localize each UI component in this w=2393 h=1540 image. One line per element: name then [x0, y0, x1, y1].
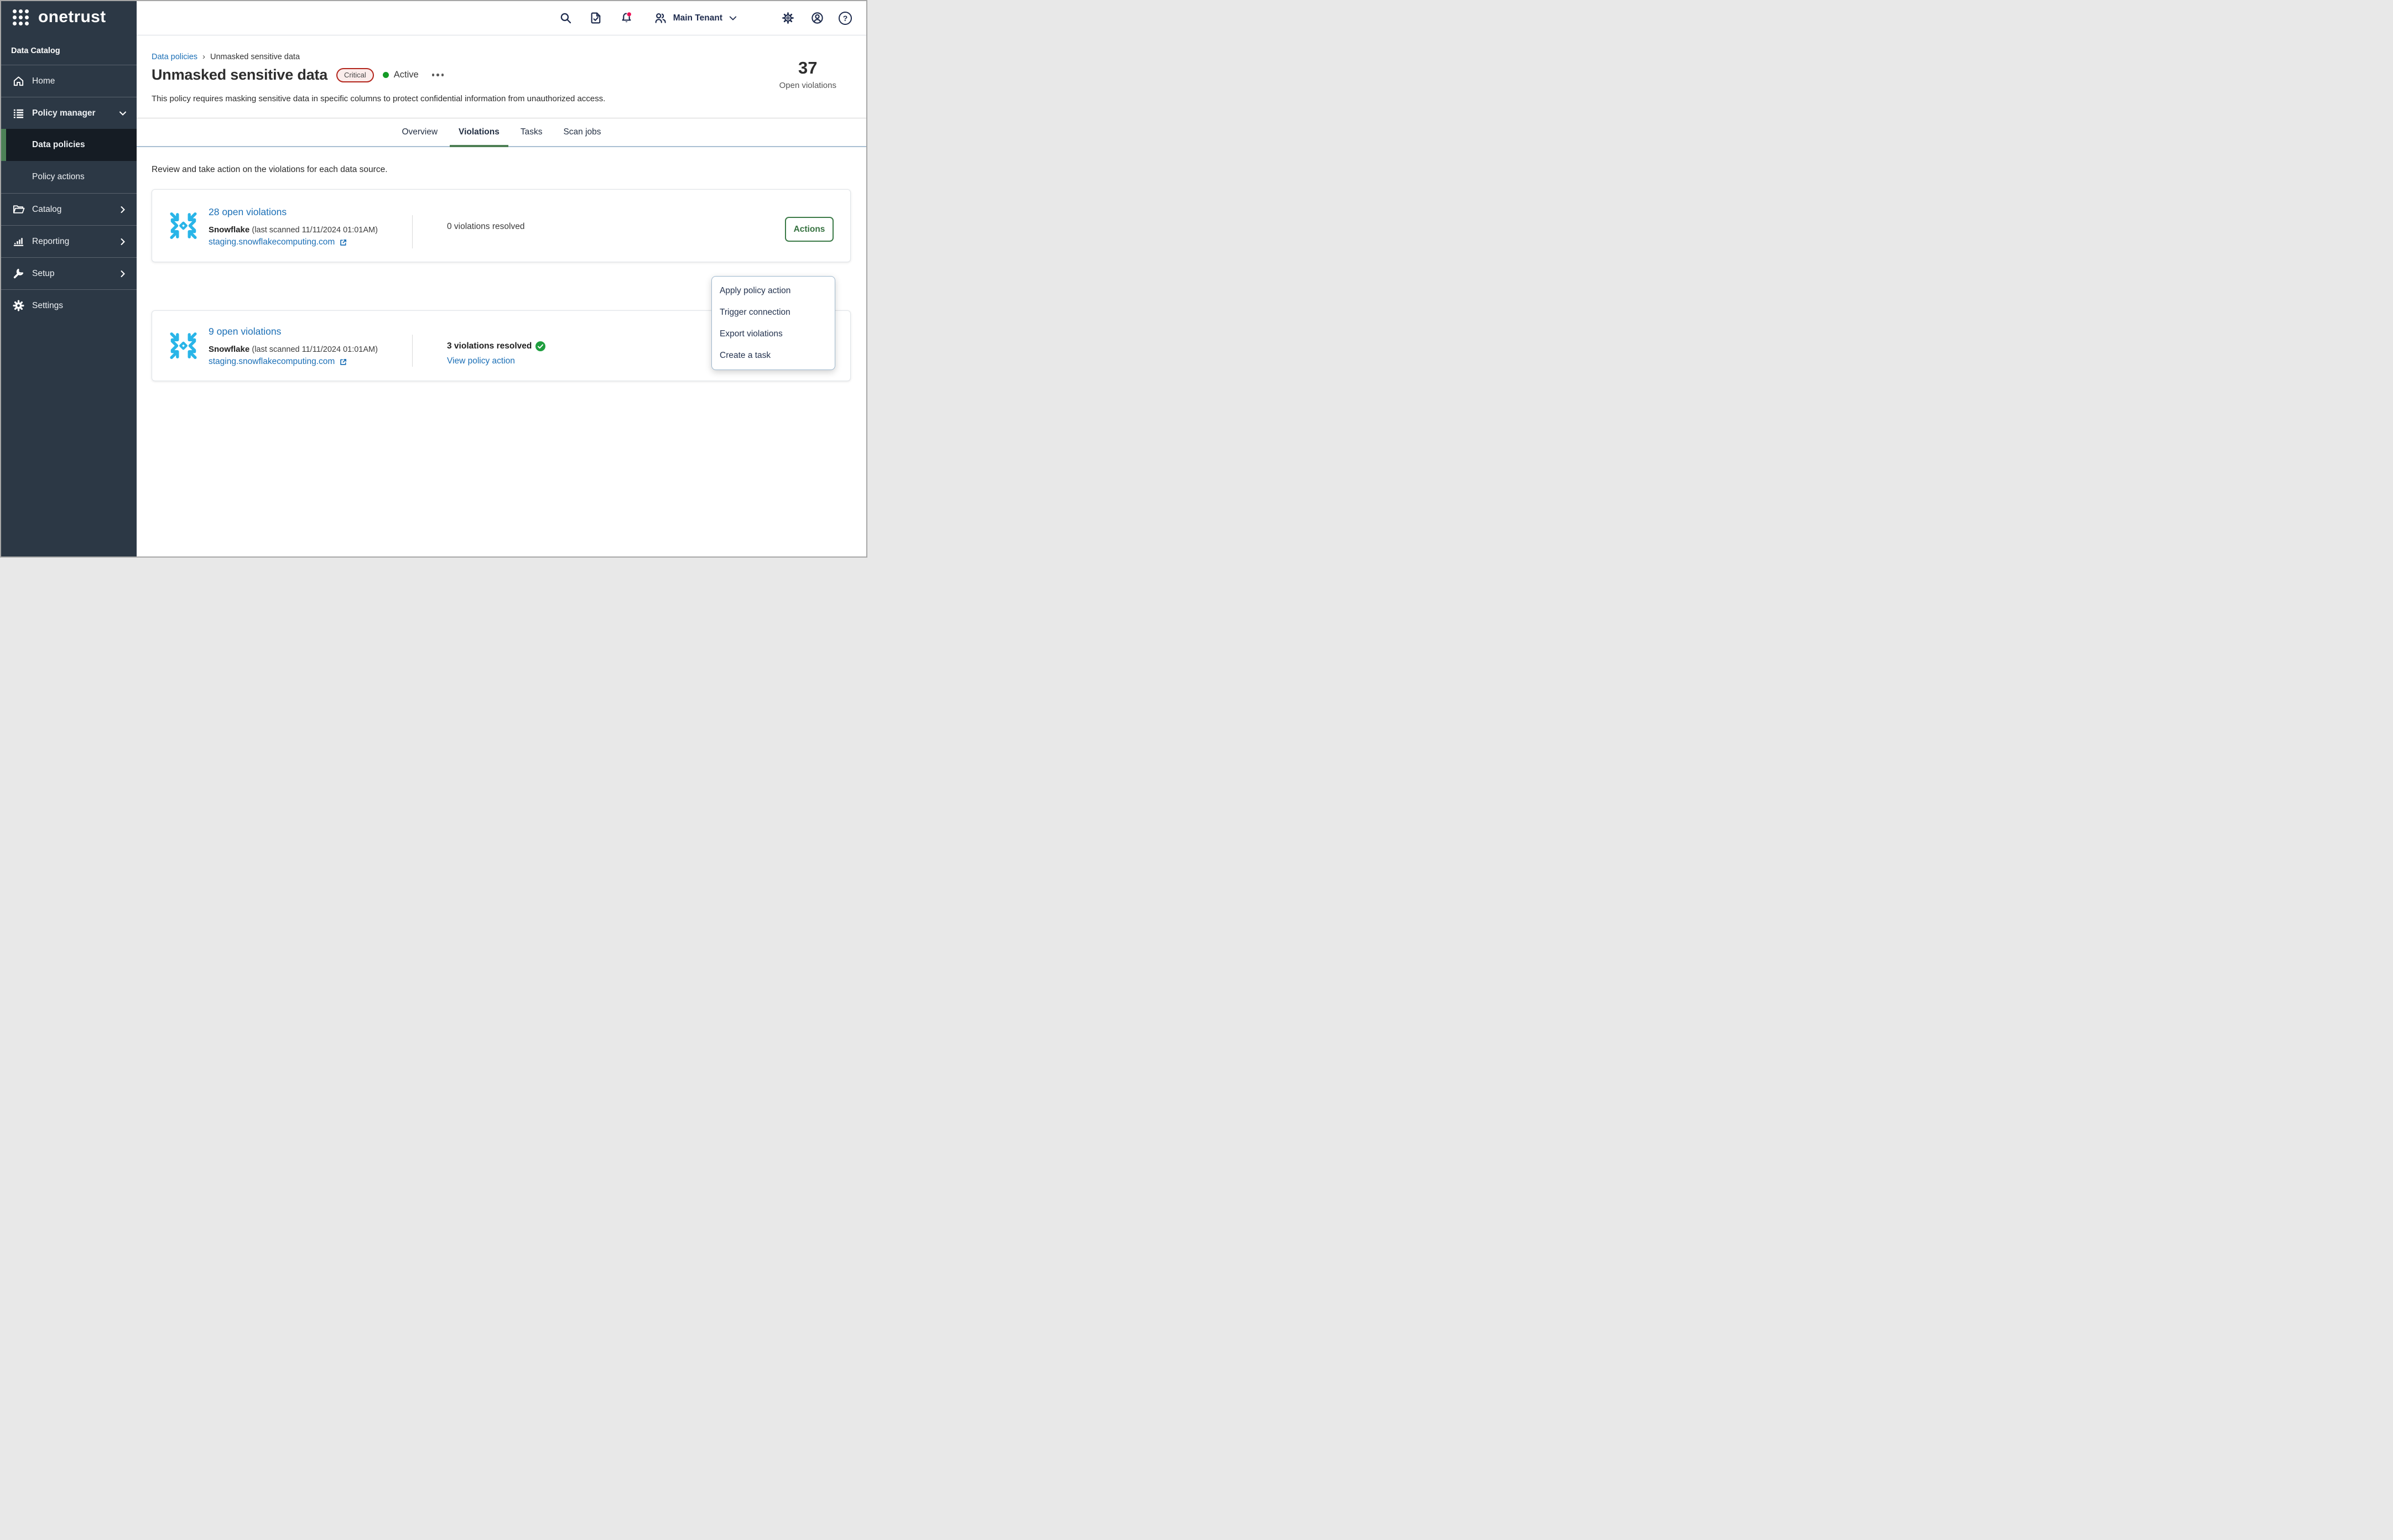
menu-item-apply-policy-action[interactable]: Apply policy action: [712, 280, 835, 301]
severity-badge: Critical: [336, 68, 374, 82]
host-label: staging.snowflakecomputing.com: [209, 237, 335, 247]
breadcrumb-data-policies[interactable]: Data policies: [152, 53, 197, 61]
policy-description: This policy requires masking sensitive d…: [152, 94, 605, 103]
actions-button[interactable]: Actions: [785, 217, 834, 242]
page-header: Data policies › Unmasked sensitive data …: [137, 35, 866, 118]
tenant-switcher[interactable]: Main Tenant: [653, 11, 738, 25]
source-host-link[interactable]: staging.snowflakecomputing.com: [209, 237, 347, 247]
open-violations-link[interactable]: 28 open violations: [209, 206, 287, 218]
sidebar-item-policy-actions[interactable]: Policy actions: [1, 161, 137, 193]
product-name: Data Catalog: [11, 46, 60, 55]
chevron-down-icon: [728, 13, 738, 23]
content: Data policies › Unmasked sensitive data …: [137, 35, 866, 556]
open-violations-link[interactable]: 9 open violations: [209, 326, 281, 337]
onetrust-dots-icon: [13, 9, 29, 25]
bar-chart-icon: [12, 235, 25, 248]
status-badge: Active: [383, 70, 419, 80]
tab-overview[interactable]: Overview: [400, 118, 439, 146]
resolved-count: 0 violations resolved: [447, 222, 524, 232]
sidebar-item-label: Settings: [32, 301, 127, 311]
external-link-icon: [339, 238, 347, 247]
actions-dropdown-menu: Apply policy action Trigger connection E…: [711, 276, 835, 370]
sidebar-item-label: Data policies: [32, 140, 127, 150]
wrench-icon: [12, 267, 25, 280]
snowflake-logo-icon: [168, 210, 199, 242]
sidebar-item-label: Catalog: [32, 205, 119, 215]
source-line: Snowflake (last scanned 11/11/2024 01:01…: [209, 225, 378, 235]
sidebar-item-label: Home: [32, 76, 127, 86]
home-icon: [12, 75, 25, 87]
tenant-label: Main Tenant: [673, 13, 722, 23]
search-icon[interactable]: [559, 11, 573, 25]
tab-violations[interactable]: Violations: [457, 118, 501, 146]
menu-item-create-a-task[interactable]: Create a task: [712, 345, 835, 366]
chevron-right-icon: [119, 206, 127, 214]
sidebar-item-label: Setup: [32, 269, 119, 279]
card-divider: [412, 215, 413, 248]
breadcrumb-separator: ›: [202, 52, 205, 61]
sidebar-item-label: Policy manager: [32, 108, 119, 118]
title-row: Unmasked sensitive data Critical Active: [152, 66, 445, 84]
source-name: Snowflake: [209, 345, 249, 354]
source-host-link[interactable]: staging.snowflakecomputing.com: [209, 357, 347, 367]
sidebar-item-label: Reporting: [32, 237, 119, 247]
more-actions-icon[interactable]: [431, 70, 445, 80]
sidebar-item-catalog[interactable]: Catalog: [1, 193, 137, 225]
sidebar-item-policy-manager[interactable]: Policy manager: [1, 97, 137, 129]
tab-bar: Overview Violations Tasks Scan jobs: [137, 118, 866, 147]
chevron-right-icon: [119, 238, 127, 246]
snowflake-logo-icon: [168, 330, 199, 362]
sidebar-item-settings[interactable]: Settings: [1, 289, 137, 321]
chevron-down-icon: [119, 110, 127, 117]
notifications-bell-icon[interactable]: [620, 11, 633, 25]
sidebar: onetrust Data Catalog Home Policy manage…: [1, 1, 137, 556]
open-violations-count: 37: [779, 59, 836, 77]
open-violations-summary: 37 Open violations: [779, 59, 836, 90]
page-title: Unmasked sensitive data: [152, 66, 327, 84]
menu-item-export-violations[interactable]: Export violations: [712, 323, 835, 345]
resolved-label: 3 violations resolved: [447, 341, 532, 351]
resolved-count: 3 violations resolved: [447, 341, 545, 351]
status-label: Active: [394, 70, 419, 80]
card-divider: [412, 335, 413, 367]
people-icon: [653, 11, 668, 25]
view-policy-action-link[interactable]: View policy action: [447, 356, 515, 366]
help-glyph: ?: [843, 14, 848, 23]
open-violations-label: Open violations: [779, 81, 836, 90]
sidebar-item-reporting[interactable]: Reporting: [1, 225, 137, 257]
sidebar-nav: Home Policy manager Data policies Policy…: [1, 65, 137, 321]
brand-name: onetrust: [38, 9, 106, 25]
account-icon[interactable]: [810, 11, 824, 25]
sidebar-item-home[interactable]: Home: [1, 65, 137, 97]
breadcrumb-current: Unmasked sensitive data: [210, 53, 300, 61]
last-scanned: (last scanned 11/11/2024 01:01AM): [252, 345, 378, 354]
settings-gear-icon[interactable]: [781, 11, 795, 25]
external-link-icon: [339, 358, 347, 366]
violations-panel: Review and take action on the violations…: [137, 148, 866, 556]
check-circle-icon: [535, 341, 545, 351]
onetrust-logo[interactable]: onetrust: [13, 9, 106, 25]
source-name: Snowflake: [209, 225, 249, 235]
folder-icon: [12, 203, 25, 216]
sidebar-item-label: Policy actions: [32, 172, 127, 182]
chevron-right-icon: [119, 270, 127, 278]
last-scanned: (last scanned 11/11/2024 01:01AM): [252, 226, 378, 235]
menu-item-trigger-connection[interactable]: Trigger connection: [712, 301, 835, 323]
tab-scan-jobs[interactable]: Scan jobs: [562, 118, 602, 146]
app-window: onetrust Data Catalog Home Policy manage…: [0, 0, 867, 558]
document-check-icon[interactable]: [589, 11, 603, 25]
active-dot-icon: [383, 72, 389, 78]
data-source-card: 28 open violations Snowflake (last scann…: [152, 189, 851, 262]
gear-icon: [12, 299, 25, 312]
source-line: Snowflake (last scanned 11/11/2024 01:01…: [209, 345, 378, 354]
sidebar-item-setup[interactable]: Setup: [1, 257, 137, 289]
breadcrumb: Data policies › Unmasked sensitive data: [152, 52, 300, 61]
tab-tasks[interactable]: Tasks: [519, 118, 544, 146]
topbar: Main Tenant ?: [137, 1, 866, 35]
violations-intro: Review and take action on the violations…: [152, 165, 388, 175]
sidebar-item-data-policies[interactable]: Data policies: [1, 129, 137, 161]
help-icon[interactable]: ?: [839, 12, 852, 25]
host-label: staging.snowflakecomputing.com: [209, 357, 335, 367]
list-icon: [12, 107, 25, 119]
